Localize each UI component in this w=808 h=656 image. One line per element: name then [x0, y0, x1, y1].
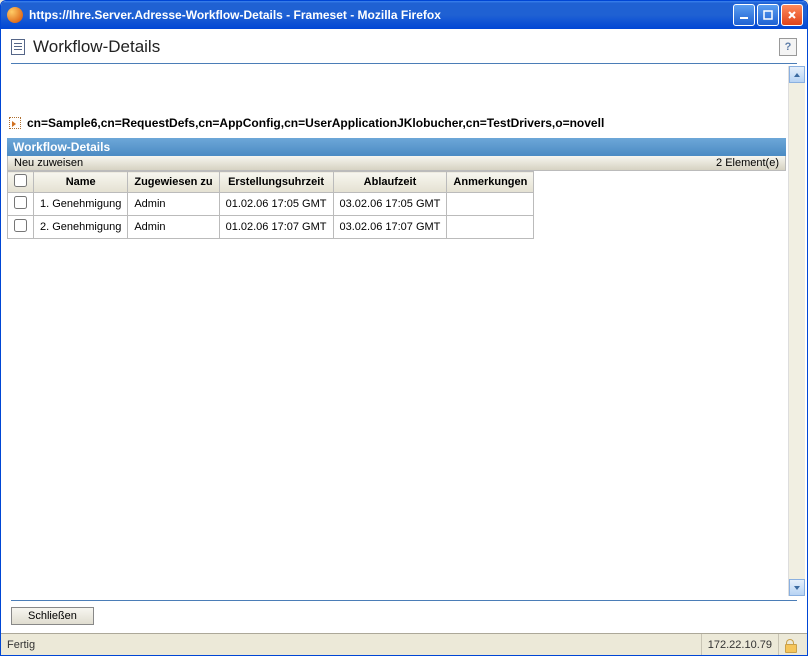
footer-area: Schließen	[1, 601, 807, 633]
col-created[interactable]: Erstellungsuhrzeit	[219, 172, 333, 193]
client-area: Workflow-Details ? cn=Sample6,cn=Request…	[1, 29, 807, 655]
browser-window: https://Ihre.Server.Adresse-Workflow-Det…	[0, 0, 808, 656]
col-checkbox	[8, 172, 34, 193]
vertical-scrollbar[interactable]	[788, 66, 805, 596]
header-separator	[11, 63, 797, 64]
window-titlebar: https://Ihre.Server.Adresse-Workflow-Det…	[1, 1, 807, 29]
scroll-up-button[interactable]	[789, 66, 805, 83]
reassign-link[interactable]: Neu zuweisen	[14, 157, 83, 169]
status-text: Fertig	[7, 639, 35, 651]
row-checkbox[interactable]	[14, 196, 27, 209]
cell-assigned: Admin	[128, 193, 219, 216]
cell-expires: 03.02.06 17:05 GMT	[333, 193, 447, 216]
scroll-area: cn=Sample6,cn=RequestDefs,cn=AppConfig,c…	[3, 66, 805, 596]
lock-icon	[785, 639, 795, 651]
table-row[interactable]: 2. GenehmigungAdmin01.02.06 17:07 GMT03.…	[8, 216, 534, 239]
col-expires[interactable]: Ablaufzeit	[333, 172, 447, 193]
row-checkbox[interactable]	[14, 219, 27, 232]
table-row[interactable]: 1. GenehmigungAdmin01.02.06 17:05 GMT03.…	[8, 193, 534, 216]
scroll-down-button[interactable]	[789, 579, 805, 596]
cell-notes	[447, 193, 534, 216]
workflow-table: Name Zugewiesen zu Erstellungsuhrzeit Ab…	[7, 171, 534, 239]
col-name[interactable]: Name	[34, 172, 128, 193]
status-ip-segment: 172.22.10.79	[701, 634, 778, 655]
panel-title: Workflow-Details	[7, 138, 786, 156]
cell-created: 01.02.06 17:07 GMT	[219, 216, 333, 239]
document-icon	[11, 39, 25, 55]
select-all-checkbox[interactable]	[14, 174, 27, 187]
cell-name: 1. Genehmigung	[34, 193, 128, 216]
panel-toolbar: Neu zuweisen 2 Element(e)	[7, 156, 786, 171]
cell-expires: 03.02.06 17:07 GMT	[333, 216, 447, 239]
cell-notes	[447, 216, 534, 239]
cell-created: 01.02.06 17:05 GMT	[219, 193, 333, 216]
col-assigned[interactable]: Zugewiesen zu	[128, 172, 219, 193]
status-ip: 172.22.10.79	[708, 639, 772, 651]
window-title: https://Ihre.Server.Adresse-Workflow-Det…	[29, 8, 733, 22]
status-bar: Fertig 172.22.10.79	[1, 633, 807, 655]
firefox-icon	[7, 7, 23, 23]
cell-name: 2. Genehmigung	[34, 216, 128, 239]
col-notes[interactable]: Anmerkungen	[447, 172, 534, 193]
element-count: 2 Element(e)	[716, 157, 779, 169]
maximize-button[interactable]	[757, 4, 779, 26]
scrollbar-track[interactable]	[789, 83, 805, 579]
help-button[interactable]: ?	[779, 38, 797, 56]
page-title: Workflow-Details	[33, 37, 779, 57]
page-header: Workflow-Details ?	[1, 29, 807, 63]
minimize-button[interactable]	[733, 4, 755, 26]
content-pane: cn=Sample6,cn=RequestDefs,cn=AppConfig,c…	[3, 66, 788, 596]
breadcrumb-text: cn=Sample6,cn=RequestDefs,cn=AppConfig,c…	[27, 116, 604, 130]
window-close-button[interactable]	[781, 4, 803, 26]
close-button[interactable]: Schließen	[11, 607, 94, 625]
status-lock-segment	[778, 634, 801, 655]
breadcrumb-icon	[9, 117, 21, 129]
cell-assigned: Admin	[128, 216, 219, 239]
breadcrumb: cn=Sample6,cn=RequestDefs,cn=AppConfig,c…	[7, 116, 786, 138]
